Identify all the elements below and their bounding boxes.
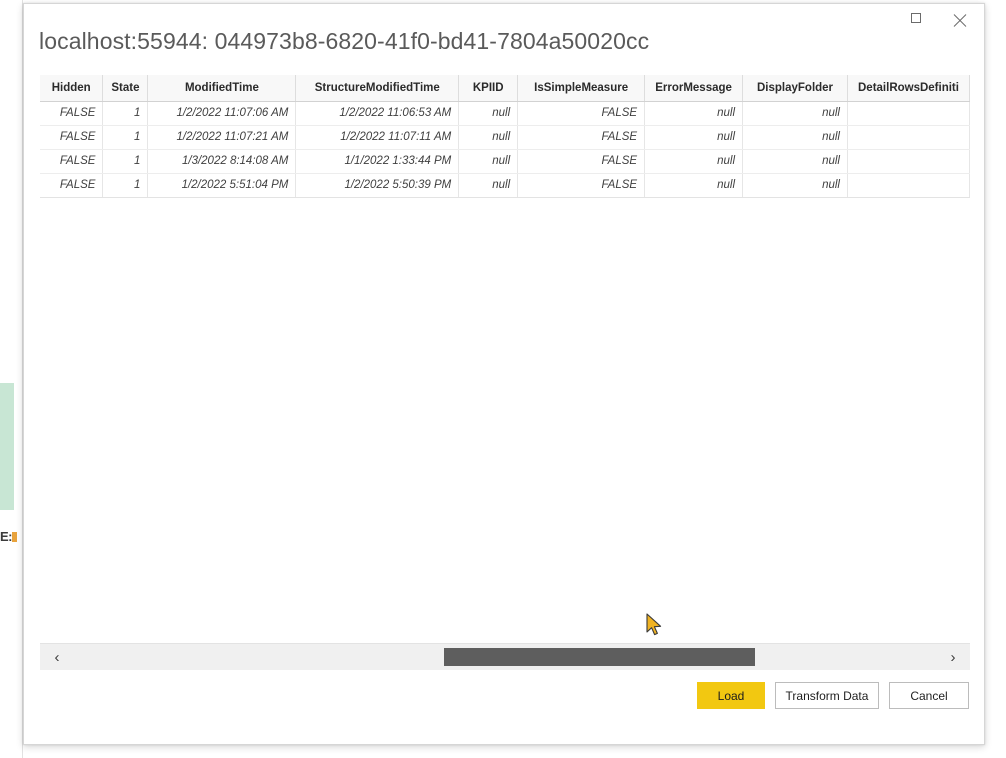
column-header-modifiedtime[interactable]: ModifiedTime bbox=[147, 75, 297, 102]
table-row[interactable]: FALSE 1 1/3/2022 8:14:08 AM 1/1/2022 1:3… bbox=[40, 149, 970, 174]
transform-data-button[interactable]: Transform Data bbox=[775, 682, 879, 709]
cell-displayfolder: null bbox=[742, 101, 848, 126]
cell-kpiid: null bbox=[458, 101, 519, 126]
close-icon bbox=[954, 12, 967, 25]
background-green-panel bbox=[0, 383, 14, 510]
cell-kpiid: null bbox=[458, 149, 519, 174]
cell-detailrowsdefinition bbox=[847, 125, 970, 150]
table-header: Hidden State ModifiedTime StructureModif… bbox=[40, 75, 970, 102]
cell-errormessage: null bbox=[644, 173, 744, 198]
column-header-displayfolder[interactable]: DisplayFolder bbox=[742, 75, 848, 102]
dialog-title: localhost:55944: 044973b8-6820-41f0-bd41… bbox=[39, 28, 650, 54]
scrollbar-thumb[interactable] bbox=[444, 648, 755, 666]
cell-hidden: FALSE bbox=[40, 149, 104, 174]
column-header-errormessage[interactable]: ErrorMessage bbox=[644, 75, 744, 102]
cell-kpiid: null bbox=[458, 125, 519, 150]
horizontal-scrollbar[interactable]: ‹ › bbox=[40, 644, 970, 670]
cell-modifiedtime: 1/2/2022 11:07:06 AM bbox=[147, 101, 297, 126]
load-button[interactable]: Load bbox=[697, 682, 765, 709]
preview-table: Hidden State ModifiedTime StructureModif… bbox=[40, 75, 970, 198]
cell-modifiedtime: 1/2/2022 5:51:04 PM bbox=[147, 173, 297, 198]
dialog-footer: Load Transform Data Cancel bbox=[24, 682, 986, 722]
cell-detailrowsdefinition bbox=[847, 149, 970, 174]
cell-displayfolder: null bbox=[742, 125, 848, 150]
cell-hidden: FALSE bbox=[40, 173, 104, 198]
cell-displayfolder: null bbox=[742, 173, 848, 198]
maximize-button[interactable] bbox=[894, 4, 938, 32]
cell-hidden: FALSE bbox=[40, 125, 104, 150]
cell-modifiedtime: 1/3/2022 8:14:08 AM bbox=[147, 149, 297, 174]
cell-modifiedtime: 1/2/2022 11:07:21 AM bbox=[147, 125, 297, 150]
cell-detailrowsdefinition bbox=[847, 173, 970, 198]
cell-structuremodifiedtime: 1/2/2022 11:06:53 AM bbox=[295, 101, 460, 126]
cell-state: 1 bbox=[102, 149, 149, 174]
cell-structuremodifiedtime: 1/2/2022 5:50:39 PM bbox=[295, 173, 460, 198]
table-header-row: Hidden State ModifiedTime StructureModif… bbox=[40, 75, 970, 102]
cell-displayfolder: null bbox=[742, 149, 848, 174]
column-header-kpiid[interactable]: KPIID bbox=[458, 75, 519, 102]
column-header-issimplemeasure[interactable]: IsSimpleMeasure bbox=[517, 75, 646, 102]
cell-hidden: FALSE bbox=[40, 101, 104, 126]
cell-structuremodifiedtime: 1/1/2022 1:33:44 PM bbox=[295, 149, 460, 174]
column-header-state[interactable]: State bbox=[102, 75, 149, 102]
cell-detailrowsdefinition bbox=[847, 101, 970, 126]
cell-state: 1 bbox=[102, 101, 149, 126]
background-accent-marker bbox=[12, 532, 17, 542]
table-row[interactable]: FALSE 1 1/2/2022 11:07:06 AM 1/2/2022 11… bbox=[40, 101, 970, 126]
maximize-icon bbox=[911, 13, 921, 23]
cell-errormessage: null bbox=[644, 149, 744, 174]
cell-kpiid: null bbox=[458, 173, 519, 198]
table-row[interactable]: FALSE 1 1/2/2022 11:07:21 AM 1/2/2022 11… bbox=[40, 125, 970, 150]
cell-errormessage: null bbox=[644, 101, 744, 126]
scroll-right-icon[interactable]: › bbox=[940, 644, 966, 670]
column-header-structuremodifiedtime[interactable]: StructureModifiedTime bbox=[295, 75, 460, 102]
table-body: FALSE 1 1/2/2022 11:07:06 AM 1/2/2022 11… bbox=[40, 101, 970, 198]
cell-errormessage: null bbox=[644, 125, 744, 150]
navigator-dialog: localhost:55944: 044973b8-6820-41f0-bd41… bbox=[23, 3, 985, 745]
cell-issimplemeasure: FALSE bbox=[517, 101, 646, 126]
scroll-left-icon[interactable]: ‹ bbox=[44, 644, 70, 670]
cell-state: 1 bbox=[102, 125, 149, 150]
table-row[interactable]: FALSE 1 1/2/2022 5:51:04 PM 1/2/2022 5:5… bbox=[40, 173, 970, 198]
cancel-button[interactable]: Cancel bbox=[889, 682, 969, 709]
screen: E: localhost:55944: 044973b8-6820-41f0-b… bbox=[0, 0, 1006, 758]
cell-issimplemeasure: FALSE bbox=[517, 149, 646, 174]
close-button[interactable] bbox=[938, 4, 982, 32]
column-header-detailrowsdefinition[interactable]: DetailRowsDefiniti bbox=[847, 75, 970, 102]
cell-structuremodifiedtime: 1/2/2022 11:07:11 AM bbox=[295, 125, 460, 150]
preview-grid[interactable]: Hidden State ModifiedTime StructureModif… bbox=[40, 75, 970, 644]
cell-state: 1 bbox=[102, 173, 149, 198]
column-header-hidden[interactable]: Hidden bbox=[40, 75, 104, 102]
cell-issimplemeasure: FALSE bbox=[517, 125, 646, 150]
cell-issimplemeasure: FALSE bbox=[517, 173, 646, 198]
